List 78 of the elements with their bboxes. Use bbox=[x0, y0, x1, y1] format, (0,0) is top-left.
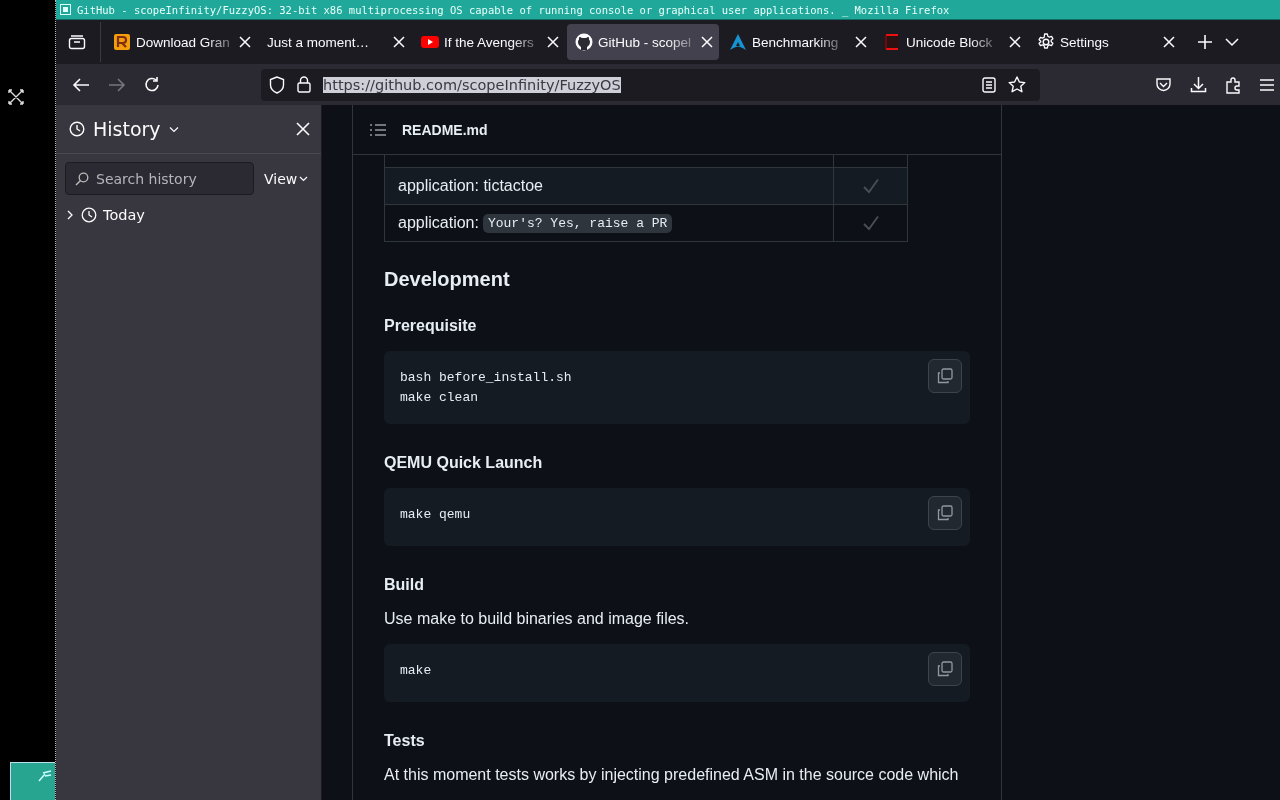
close-icon[interactable] bbox=[547, 36, 559, 48]
triangle-logo-icon bbox=[729, 33, 747, 51]
copy-icon bbox=[937, 505, 953, 521]
history-group[interactable]: Today bbox=[56, 195, 321, 223]
search-icon bbox=[75, 172, 89, 186]
code-text: bash before_install.sh make clean bbox=[400, 369, 573, 407]
subsection-heading: Tests bbox=[384, 732, 426, 750]
lock-icon[interactable] bbox=[297, 76, 311, 93]
subsection-heading: QEMU Quick Launch bbox=[384, 454, 544, 472]
sidebar-title: History bbox=[93, 118, 161, 140]
clock-icon bbox=[81, 207, 97, 223]
table-cell: application: Your's? Yes, raise a PR bbox=[385, 205, 834, 241]
browser-tab[interactable]: Settings bbox=[1029, 24, 1181, 60]
browser-tab[interactable]: If the Avengers bbox=[413, 24, 565, 60]
chevron-down-icon[interactable] bbox=[1225, 37, 1239, 47]
section-heading: Development bbox=[384, 268, 511, 291]
extensions-icon[interactable] bbox=[1225, 75, 1242, 94]
reload-icon[interactable] bbox=[144, 76, 161, 93]
pen-icon bbox=[37, 769, 53, 783]
close-icon[interactable] bbox=[1163, 36, 1175, 48]
star-icon[interactable] bbox=[1008, 76, 1026, 93]
menu-icon[interactable] bbox=[1260, 77, 1274, 92]
chevron-down-icon bbox=[299, 175, 309, 182]
address-bar[interactable]: https://github.com/scopeInfinity/FuzzyOS bbox=[261, 68, 1040, 101]
shield-icon[interactable] bbox=[269, 75, 285, 94]
close-icon[interactable] bbox=[296, 122, 310, 136]
view-button[interactable]: View bbox=[264, 170, 309, 187]
window-title: GitHub - scopeInfinity/FuzzyOS: 32-bit x86 multiprocessing OS capable of running console or graphical user applications. _ Mozilla Firefox bbox=[77, 3, 950, 16]
browser-tab[interactable]: Unicode Block bbox=[875, 24, 1027, 60]
settings-icon bbox=[1037, 33, 1055, 51]
browser-tab[interactable]: Download Gran bbox=[105, 24, 257, 60]
copy-icon bbox=[937, 661, 953, 677]
tab-title: Download Gran bbox=[136, 34, 230, 50]
letter-logo-icon bbox=[113, 33, 131, 51]
paragraph: At this moment tests works by injecting predefined ASM in the source code which bbox=[384, 766, 960, 784]
close-icon[interactable] bbox=[239, 36, 251, 48]
close-icon bbox=[7, 88, 25, 106]
play-button-icon bbox=[421, 33, 439, 51]
close-icon[interactable] bbox=[701, 36, 713, 48]
forward-icon[interactable] bbox=[108, 76, 126, 93]
tab-title: Settings bbox=[1060, 34, 1109, 50]
close-icon[interactable] bbox=[1009, 36, 1021, 48]
code-text: make qemu bbox=[400, 506, 472, 524]
subsection-heading: Build bbox=[384, 576, 425, 594]
tab-title: Benchmarking bbox=[752, 34, 839, 50]
close-icon[interactable] bbox=[855, 36, 867, 48]
tab-title: GitHub - scopel bbox=[598, 34, 692, 50]
subsection-heading: Prerequisite bbox=[384, 317, 478, 335]
browser-tab[interactable]: Benchmarking bbox=[721, 24, 873, 60]
chevron-down-icon bbox=[168, 125, 179, 133]
app-tile[interactable] bbox=[10, 762, 55, 800]
close-icon[interactable] bbox=[393, 36, 405, 48]
sidebar-switcher[interactable]: History bbox=[69, 118, 179, 140]
tab-title: Just a moment… bbox=[267, 34, 370, 50]
tab-overview-icon[interactable] bbox=[68, 34, 86, 50]
window-icon bbox=[60, 4, 71, 15]
outline-icon[interactable] bbox=[370, 122, 386, 137]
bracket-logo-icon bbox=[883, 33, 901, 51]
url-text[interactable]: https://github.com/scopeInfinity/FuzzyOS bbox=[323, 76, 621, 93]
code-text: make bbox=[400, 662, 433, 680]
reader-view-icon[interactable] bbox=[982, 76, 996, 93]
copy-button[interactable] bbox=[928, 496, 962, 530]
pocket-icon[interactable] bbox=[1155, 76, 1172, 93]
download-icon[interactable] bbox=[1190, 76, 1207, 93]
paragraph: Use make to build binaries and image files. bbox=[384, 610, 691, 628]
search-field[interactable]: Search history bbox=[65, 162, 254, 195]
copy-button[interactable] bbox=[928, 652, 962, 686]
copy-button[interactable] bbox=[928, 359, 962, 393]
cat-logo-icon bbox=[575, 33, 593, 51]
tab-title: Unicode Block bbox=[906, 34, 993, 50]
browser-tab[interactable]: GitHub - scopel bbox=[567, 24, 719, 60]
browser-tab[interactable]: Just a moment… bbox=[259, 24, 411, 60]
new-tab-icon[interactable] bbox=[1197, 34, 1213, 50]
clock-icon bbox=[69, 121, 85, 137]
file-name: README.md bbox=[402, 121, 488, 138]
back-icon[interactable] bbox=[72, 76, 90, 93]
tab-title: If the Avengers bbox=[444, 34, 534, 50]
copy-icon bbox=[937, 368, 953, 384]
